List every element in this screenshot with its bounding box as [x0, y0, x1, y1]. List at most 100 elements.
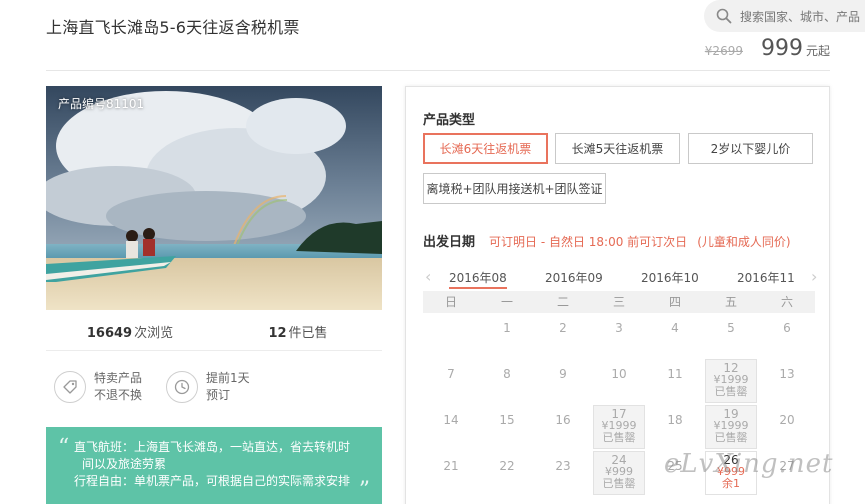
booking-hint: 可订明日 - 自然日 18:00 前可订次日: [489, 235, 688, 249]
product-photo[interactable]: 产品编号81101: [46, 86, 382, 310]
calendar-day: 4: [649, 313, 701, 357]
views-stat: 16649 次浏览: [46, 322, 214, 341]
tag-icon: [54, 371, 86, 403]
day-number: 18: [667, 413, 683, 427]
highlight-line: 间以及旅途劳累: [82, 457, 167, 471]
booking-panel: 产品类型 长滩6天往返机票 长滩5天往返机票 2岁以下婴儿价 离境税+团队用接送…: [405, 86, 830, 504]
calendar-day: 20: [761, 405, 813, 449]
calendar-day: 6: [761, 313, 813, 357]
search-box[interactable]: 搜索国家、城市、产品: [704, 0, 865, 32]
calendar-day: 19 ¥1999 已售罄: [705, 405, 757, 449]
calendar-day: 23: [537, 451, 589, 495]
month-tab[interactable]: 2016年08: [449, 269, 507, 286]
clock-icon: [166, 371, 198, 403]
watermark: eLvXing.net: [664, 449, 834, 479]
option-infant-price[interactable]: 2岁以下婴儿价: [688, 133, 813, 164]
day-number: 14: [443, 413, 459, 427]
header-divider: [46, 70, 830, 71]
next-month-arrow-icon[interactable]: ›: [811, 267, 817, 286]
calendar-day: 9: [537, 359, 589, 403]
month-tab[interactable]: 2016年11: [737, 269, 795, 286]
weekday-label: 三: [612, 295, 625, 309]
search-input[interactable]: 搜索国家、城市、产品: [740, 8, 860, 25]
price-unit: 元起: [805, 44, 830, 58]
calendar-day: 14: [425, 405, 477, 449]
stats-divider: [46, 350, 382, 351]
feature-line: 提前1天: [206, 371, 250, 385]
price-block: ¥2699 999 元起: [705, 36, 830, 61]
sold-label: 件已售: [288, 326, 328, 341]
weekday-label: 日: [444, 295, 457, 309]
day-number: 4: [671, 321, 679, 335]
option-tax-transfer-visa[interactable]: 离境税+团队用接送机+团队签证: [423, 173, 606, 204]
views-count: 16649: [86, 326, 133, 341]
day-number: 1: [503, 321, 511, 335]
departure-row: 出发日期 可订明日 - 自然日 18:00 前可订次日 (儿童和成人同价): [423, 231, 791, 250]
day-number: 2: [559, 321, 567, 335]
selected-month-indicator: [449, 287, 507, 289]
day-number: 7: [447, 367, 455, 381]
calendar-day: 8: [481, 359, 533, 403]
calendar-day: 21: [425, 451, 477, 495]
day-number: 16: [555, 413, 571, 427]
month-navigation: ‹ 2016年08 2016年09 2016年10 2016年11 ›: [423, 267, 821, 291]
weekday-label: 四: [668, 295, 681, 309]
day-status: 已售罄: [602, 477, 636, 490]
search-icon[interactable]: [716, 8, 732, 24]
calendar-day: 3: [593, 313, 645, 357]
month-tab[interactable]: 2016年10: [641, 269, 699, 286]
day-number: 10: [611, 367, 627, 381]
calendar-day: 24 ¥999 已售罄: [593, 451, 645, 495]
calendar-day: 18: [649, 405, 701, 449]
day-number: 6: [783, 321, 791, 335]
product-stats: 16649 次浏览 12 件已售: [46, 322, 382, 341]
sold-count: 12: [268, 326, 287, 341]
calendar-day: 2: [537, 313, 589, 357]
calendar-day: 22: [481, 451, 533, 495]
calendar-day: 5: [705, 313, 757, 357]
day-number: 15: [499, 413, 515, 427]
current-price: 999: [760, 36, 803, 61]
day-number: 23: [555, 459, 571, 473]
feature-advance-booking: 提前1天 预订: [166, 370, 250, 404]
calendar-day: 7: [425, 359, 477, 403]
weekday-label: 一: [500, 295, 513, 309]
day-number: 11: [667, 367, 683, 381]
calendar-day: 17 ¥1999 已售罄: [593, 405, 645, 449]
close-quote-icon: ”: [358, 478, 370, 503]
feature-line: 特卖产品: [94, 371, 143, 385]
weekday-label: 二: [556, 295, 569, 309]
prev-month-arrow-icon[interactable]: ‹: [425, 267, 431, 286]
month-tab[interactable]: 2016年09: [545, 269, 603, 286]
option-6day-roundtrip[interactable]: 长滩6天往返机票: [423, 133, 548, 164]
calendar-day: 1: [481, 313, 533, 357]
product-code: 产品编号81101: [58, 97, 145, 111]
feature-special-offer: 特卖产品 不退不换: [54, 370, 142, 404]
original-price: ¥2699: [704, 44, 743, 58]
weekday-label: 六: [780, 295, 793, 309]
calendar-day: 10: [593, 359, 645, 403]
day-status: 余1: [722, 477, 740, 490]
feature-line: 预订: [206, 388, 231, 402]
calendar-day: 11: [649, 359, 701, 403]
views-label: 次浏览: [134, 326, 174, 341]
day-number: 5: [727, 321, 735, 335]
page-title: 上海直飞长滩岛5-6天往返含税机票: [46, 18, 300, 37]
day-number: 9: [559, 367, 567, 381]
product-type-title: 产品类型: [423, 113, 476, 128]
highlight-line: 行程自由：单机票产品，可根据自己的实际需求安排: [74, 474, 351, 488]
day-number: 3: [615, 321, 623, 335]
day-number: 8: [503, 367, 511, 381]
weekday-label: 五: [724, 295, 737, 309]
open-quote-icon: “: [58, 435, 70, 460]
day-number: 22: [499, 459, 515, 473]
calendar-day: 16: [537, 405, 589, 449]
day-number: 13: [779, 367, 795, 381]
calendar-day: 13: [761, 359, 813, 403]
highlight-line: 直飞航班：上海直飞长滩岛，一站直达，省去转机时: [74, 440, 351, 454]
calendar-day: 15: [481, 405, 533, 449]
feature-line: 不退不换: [94, 388, 143, 402]
option-5day-roundtrip[interactable]: 长滩5天往返机票: [555, 133, 680, 164]
day-number: 20: [779, 413, 795, 427]
weekday-header: 日 一 二 三 四 五 六: [423, 291, 815, 313]
